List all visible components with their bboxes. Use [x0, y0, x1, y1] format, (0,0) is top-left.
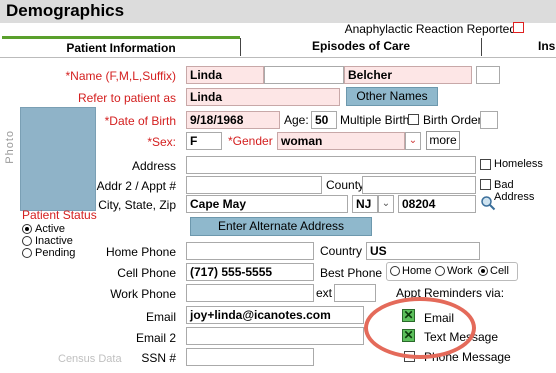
cell-phone-label: Cell Phone — [117, 266, 176, 280]
patient-photo[interactable] — [20, 107, 96, 211]
best-phone-work-label: Work — [447, 265, 473, 277]
sex-label: *Sex: — [147, 135, 176, 149]
best-phone-cell-radio[interactable] — [478, 266, 488, 276]
title-bar: Demographics — [0, 0, 556, 23]
country-input[interactable]: US — [366, 242, 480, 260]
middle-name-input[interactable] — [264, 66, 344, 84]
address-input[interactable] — [186, 156, 476, 174]
email2-input[interactable] — [186, 327, 364, 345]
best-phone-home-label: Home — [402, 265, 432, 277]
chevron-down-icon[interactable]: ⌄ — [405, 132, 421, 150]
county-input[interactable] — [362, 176, 476, 194]
gender-select[interactable]: woman — [277, 132, 405, 150]
status-inactive-label: Inactive — [35, 235, 73, 247]
state-select[interactable]: NJ — [352, 195, 378, 213]
refer-label: Refer to patient as — [77, 91, 176, 105]
other-names-button[interactable]: Other Names — [346, 87, 438, 106]
multiple-birth-checkbox[interactable] — [408, 114, 419, 125]
birth-order-input[interactable] — [480, 111, 498, 129]
dob-label: *Date of Birth — [104, 114, 176, 128]
patient-status-title: Patient Status — [22, 208, 97, 222]
work-phone-label: Work Phone — [110, 287, 176, 301]
addr2-label: Addr 2 / Appt # — [96, 179, 176, 193]
status-pending-label: Pending — [35, 247, 76, 259]
email2-label: Email 2 — [135, 331, 176, 345]
email-input[interactable]: joy+linda@icanotes.com — [186, 306, 364, 324]
home-phone-label: Home Phone — [105, 245, 176, 259]
homeless-label: Homeless — [494, 158, 543, 170]
gender-more-button[interactable]: more — [426, 131, 460, 150]
page-title: Demographics — [6, 1, 125, 20]
tab-insurance[interactable]: Ins — [482, 36, 556, 58]
status-pending-radio[interactable] — [22, 248, 32, 258]
bad-address-label: Bad Address — [494, 179, 535, 203]
photo-label: Photo — [4, 130, 16, 164]
first-name-input[interactable]: Linda — [186, 66, 264, 84]
homeless-checkbox[interactable] — [480, 159, 491, 170]
dob-input[interactable]: 9/18/1968 — [186, 111, 280, 129]
tab-patient-information[interactable]: Patient Information — [2, 36, 240, 58]
best-phone-cell-label: Cell — [490, 265, 509, 277]
status-inactive-radio[interactable] — [22, 236, 32, 246]
tab-bar: Patient Information Episodes of Care Ins — [0, 36, 556, 58]
search-icon[interactable] — [480, 195, 496, 211]
home-phone-input[interactable] — [186, 242, 314, 260]
multiple-birth-label: Multiple Birth — [340, 113, 410, 127]
birth-order-label: Birth Order — [423, 113, 482, 127]
ext-input[interactable] — [334, 284, 376, 302]
anaphylactic-checkbox[interactable] — [513, 22, 524, 33]
status-active-label: Active — [35, 223, 65, 235]
addr2-input[interactable] — [186, 176, 322, 194]
city-state-zip-label: City, State, Zip — [98, 198, 176, 212]
refer-as-input[interactable]: Linda — [186, 88, 340, 106]
suffix-input[interactable] — [476, 66, 500, 84]
work-phone-input[interactable] — [186, 284, 314, 302]
ext-label: ext — [316, 286, 333, 300]
address-label: Address — [131, 159, 176, 173]
city-input[interactable]: Cape May — [186, 195, 348, 213]
age-label: Age: — [284, 113, 309, 127]
best-phone-work-radio[interactable] — [435, 266, 445, 276]
census-data-label: Census Data — [58, 353, 122, 365]
cell-phone-input[interactable]: (717) 555-5555 — [186, 263, 314, 281]
best-phone-label: Best Phone — [320, 266, 383, 280]
name-label: *Name (F,M,L,Suffix) — [65, 69, 176, 83]
ssn-label: SSN # — [141, 351, 176, 365]
enter-alternate-address-button[interactable]: Enter Alternate Address — [190, 217, 372, 236]
anaphylactic-label: Anaphylactic Reaction Reported — [344, 22, 516, 36]
chevron-down-icon[interactable]: ⌄ — [378, 195, 394, 213]
sex-input[interactable]: F — [186, 132, 222, 150]
tab-episodes-of-care[interactable]: Episodes of Care — [241, 36, 481, 58]
age-input[interactable]: 50 — [311, 111, 337, 129]
bad-address-checkbox[interactable] — [480, 179, 491, 190]
zip-input[interactable]: 08204 — [398, 195, 476, 213]
highlight-circle — [364, 297, 476, 359]
county-label: County — [326, 178, 365, 192]
email-label: Email — [145, 310, 176, 324]
country-label: Country — [320, 244, 363, 258]
gender-label: *Gender — [228, 134, 273, 148]
status-active-radio[interactable] — [22, 224, 32, 234]
best-phone-home-radio[interactable] — [390, 266, 400, 276]
ssn-input[interactable] — [186, 348, 314, 366]
last-name-input[interactable]: Belcher — [344, 66, 472, 84]
